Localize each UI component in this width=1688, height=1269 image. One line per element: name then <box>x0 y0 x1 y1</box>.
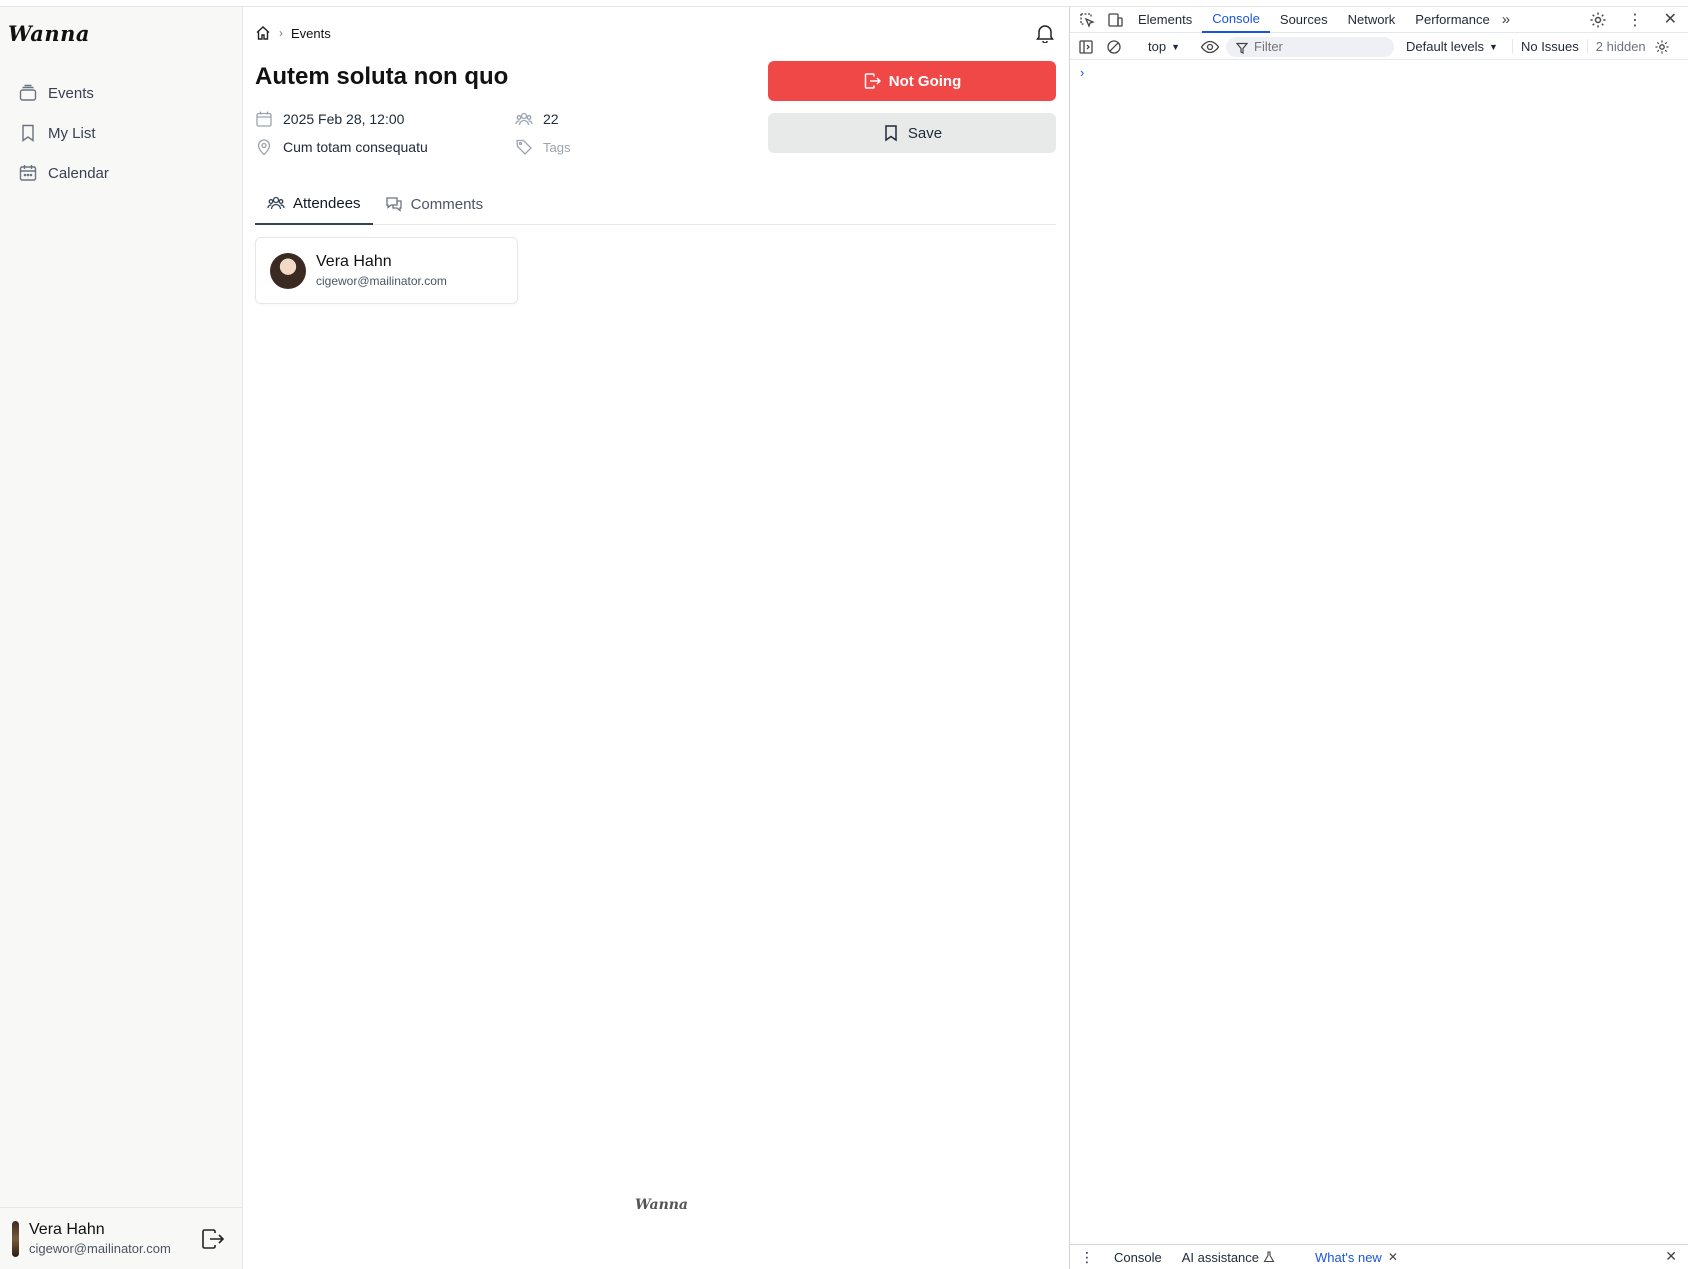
event-tabs: Attendees Comments <box>255 183 1056 225</box>
levels-selector[interactable]: Default levels ▼ <box>1398 39 1506 54</box>
devtools-tab-console[interactable]: Console <box>1202 7 1270 33</box>
tags-placeholder: Tags <box>543 139 571 155</box>
flask-icon <box>1263 1251 1275 1263</box>
users-icon <box>515 110 543 128</box>
issues-counter[interactable]: No Issues <box>1511 39 1587 54</box>
console-toolbar: top ▼ Default levels ▼ No Issues 2 hidde… <box>1070 34 1688 60</box>
devtools-tab-sources[interactable]: Sources <box>1270 7 1338 33</box>
avatar <box>12 1220 19 1257</box>
context-label: top <box>1148 39 1167 54</box>
gear-icon[interactable] <box>1589 11 1607 29</box>
tab-label: Attendees <box>293 194 361 212</box>
home-icon[interactable] <box>255 25 271 41</box>
leave-icon <box>863 72 889 90</box>
event-attendee-count: 22 <box>515 110 559 128</box>
attendee-email: cigewor@mailinator.com <box>316 274 447 288</box>
calendar-icon <box>18 163 48 183</box>
drawer-tab-label: What's new <box>1315 1249 1382 1265</box>
save-button[interactable]: Save <box>768 113 1056 153</box>
dropdown-arrow-icon: ▼ <box>1171 41 1180 52</box>
drawer-tab-label: AI assistance <box>1181 1249 1260 1265</box>
console-settings-icon[interactable] <box>1654 39 1670 55</box>
breadcrumb: › Events <box>255 25 331 41</box>
devtools-tab-elements[interactable]: Elements <box>1128 7 1202 33</box>
event-location-text: Cum totam consequatu <box>283 139 428 155</box>
eye-icon[interactable] <box>1200 40 1220 54</box>
user-email: cigewor@mailinator.com <box>29 1241 171 1256</box>
not-going-button[interactable]: Not Going <box>768 61 1056 101</box>
tag-icon <box>515 138 543 156</box>
bell-icon[interactable] <box>1036 23 1054 43</box>
breadcrumb-current[interactable]: Events <box>291 26 331 41</box>
sidebar-toggle-icon[interactable] <box>1078 39 1094 55</box>
devtools-tabbar: Elements Console Sources Network Perform… <box>1070 7 1688 33</box>
bookmark-icon <box>882 124 908 142</box>
save-label: Save <box>907 124 943 142</box>
context-selector[interactable]: top ▼ <box>1140 39 1188 54</box>
sidebar: Wanna Events My List Calendar Vera Hahn … <box>0 7 243 1269</box>
attendee-card[interactable]: Vera Hahn cigewor@mailinator.com <box>255 237 518 304</box>
chat-icon <box>385 195 411 213</box>
close-drawer-icon[interactable]: ✕ <box>1665 1248 1677 1265</box>
sidebar-item-my-list[interactable]: My List <box>0 113 243 153</box>
calendar-icon <box>255 110 283 128</box>
levels-label: Default levels <box>1406 39 1485 54</box>
filter-container <box>1220 36 1394 57</box>
users-icon <box>267 194 293 212</box>
avatar <box>270 252 306 289</box>
tab-comments[interactable]: Comments <box>373 183 496 225</box>
stack-icon <box>18 83 48 103</box>
drawer-menu-icon[interactable]: ⋮ <box>1070 1249 1104 1266</box>
sidebar-nav: Events My List Calendar <box>0 73 243 193</box>
drawer-tab-whats-new[interactable]: What's new ✕ <box>1305 1250 1408 1265</box>
devtools-tab-network[interactable]: Network <box>1338 7 1406 33</box>
bookmark-icon <box>18 123 48 143</box>
more-options-icon[interactable]: ⋮ <box>1627 10 1643 30</box>
close-icon[interactable]: ✕ <box>1388 1250 1398 1264</box>
devtools-drawer-bar: ⋮ Console AI assistance What's new ✕ ✕ <box>1070 1244 1688 1269</box>
hidden-count: 2 hidden <box>1586 39 1654 54</box>
user-name: Vera Hahn <box>29 1221 105 1238</box>
app-logo[interactable]: Wanna <box>8 21 90 46</box>
attendee-name: Vera Hahn <box>316 253 392 270</box>
tab-attendees[interactable]: Attendees <box>255 183 373 225</box>
event-date: 2025 Feb 28, 12:00 <box>255 110 404 128</box>
location-pin-icon <box>255 138 283 156</box>
drawer-tab-console[interactable]: Console <box>1104 1250 1172 1265</box>
dropdown-arrow-icon: ▼ <box>1489 41 1498 52</box>
event-tags[interactable]: Tags <box>515 138 570 156</box>
devtools-tab-performance[interactable]: Performance <box>1405 7 1499 33</box>
page-title: Autem soluta non quo <box>255 63 509 90</box>
sidebar-item-label: Events <box>48 84 94 102</box>
tab-label: Comments <box>410 195 484 213</box>
logout-icon[interactable] <box>201 1228 225 1250</box>
device-toolbar-icon[interactable] <box>1106 11 1124 29</box>
sidebar-item-events[interactable]: Events <box>0 73 243 113</box>
footer-logo: Wanna <box>635 1197 689 1213</box>
main-content: › Events Autem soluta non quo 2025 Feb 2… <box>243 7 1069 1269</box>
sidebar-item-label: Calendar <box>48 164 109 182</box>
sidebar-user-panel: Vera Hahn cigewor@mailinator.com <box>0 1207 243 1269</box>
attendee-count-text: 22 <box>543 111 559 127</box>
sidebar-item-label: My List <box>48 124 96 142</box>
devtools-panel: Elements Console Sources Network Perform… <box>1069 7 1688 1269</box>
clear-console-icon[interactable] <box>1106 39 1122 55</box>
inspect-element-icon[interactable] <box>1078 11 1096 29</box>
sidebar-item-calendar[interactable]: Calendar <box>0 153 243 193</box>
drawer-tab-ai-assistance[interactable]: AI assistance <box>1172 1250 1285 1265</box>
chevron-right-icon: › <box>279 26 283 40</box>
filter-input[interactable] <box>1226 36 1394 57</box>
close-icon[interactable]: ✕ <box>1664 9 1677 29</box>
event-date-text: 2025 Feb 28, 12:00 <box>283 111 405 127</box>
console-prompt[interactable]: › <box>1080 65 1084 80</box>
not-going-label: Not Going <box>888 72 962 90</box>
event-location: Cum totam consequatu <box>255 138 428 156</box>
more-tabs-icon[interactable]: » <box>1502 11 1510 28</box>
